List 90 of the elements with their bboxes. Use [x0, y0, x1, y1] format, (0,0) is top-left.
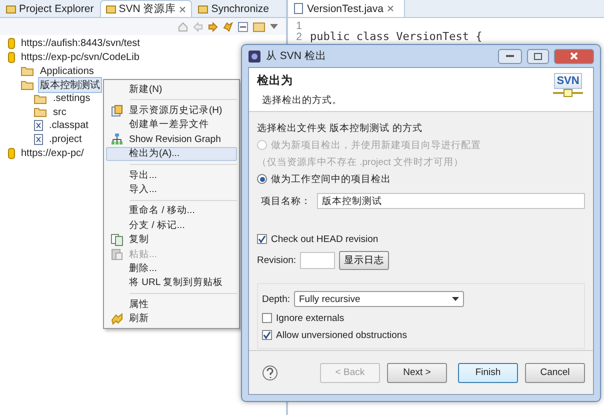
tree-item[interactable]: .classpat: [47, 119, 90, 132]
folder-icon: [34, 107, 47, 118]
minimize-button[interactable]: [498, 48, 522, 64]
menu-item[interactable]: 删除...: [106, 261, 237, 276]
group-label: 选择检出文件夹 版本控制测试 的方式: [257, 122, 424, 135]
app-icon: [248, 50, 261, 62]
svn-logo: SVN: [554, 73, 582, 89]
folder-icon: [34, 94, 47, 104]
checkbox[interactable]: [262, 313, 272, 323]
field-label: Depth:: [262, 294, 290, 304]
repository-icon: [8, 52, 15, 64]
view-tab[interactable]: Synchronize: [192, 0, 275, 17]
connector-icon: [553, 89, 583, 97]
checkbox-label: Ignore externals: [276, 312, 344, 324]
show-log-button[interactable]: 显示日志: [339, 251, 390, 270]
field-label: Revision:: [257, 255, 296, 266]
radio-button[interactable]: [257, 174, 267, 184]
dialog-title: 从 SVN 检出: [266, 49, 328, 63]
depth-dropdown[interactable]: Fully recursive: [294, 291, 464, 307]
forward-icon[interactable]: [208, 22, 218, 32]
line-number: 2: [295, 30, 303, 42]
new-repository-icon[interactable]: [253, 21, 265, 32]
code-line: public class VersionTest {: [310, 30, 482, 43]
maximize-button[interactable]: [527, 48, 549, 64]
project-name-field[interactable]: 版本控制测试: [317, 193, 585, 209]
dialog-button[interactable]: Cancel: [525, 362, 585, 382]
help-icon[interactable]: [262, 364, 278, 380]
page-subtitle: 选择检出的方式。: [261, 94, 342, 107]
caret-icon: [452, 297, 459, 301]
history-icon: [111, 104, 123, 117]
close-icon[interactable]: [387, 5, 394, 12]
checkbox-label: Allow unversioned obstructions: [276, 330, 407, 340]
tree-item[interactable]: 版本控制测试: [38, 76, 102, 93]
tree-item[interactable]: .settings: [51, 92, 92, 106]
close-icon[interactable]: [179, 6, 186, 12]
view-tab[interactable]: Project Explorer: [0, 0, 100, 17]
checkbox[interactable]: [262, 330, 272, 340]
repository-icon: [8, 148, 15, 159]
menu-item[interactable]: 创建单一差异文件: [106, 118, 237, 132]
folder-icon: [21, 80, 34, 90]
radio-label: 做为新项目检出，并使用新建项目向导进行配置: [271, 138, 481, 152]
field-label: 项目名称：: [261, 194, 311, 208]
menu-item[interactable]: 导出...: [106, 168, 237, 182]
menu-item[interactable]: 新建(N): [106, 82, 237, 96]
menu-item[interactable]: 显示资源历史记录(H): [106, 103, 237, 118]
checkbox[interactable]: [257, 234, 267, 244]
view-icon: [198, 4, 208, 14]
copy-icon: [111, 234, 123, 246]
close-button[interactable]: [554, 48, 594, 64]
menu-item[interactable]: 将 URL 复制到剪贴板: [106, 276, 237, 290]
tree-item[interactable]: src: [51, 106, 68, 119]
close-icon: [570, 52, 578, 60]
menu-item[interactable]: 复制: [106, 232, 237, 247]
maximize-icon: [534, 52, 542, 60]
view-menu-icon[interactable]: [270, 24, 278, 30]
menu-item[interactable]: 导入...: [106, 182, 237, 197]
tree-item[interactable]: .project: [47, 133, 84, 146]
file-icon: [34, 134, 43, 146]
menu-item[interactable]: 刷新: [106, 311, 237, 326]
menu-item[interactable]: 检出为(A)...: [106, 146, 237, 161]
view-icon: [106, 4, 116, 14]
tree-item[interactable]: https://exp-pc/svn/CodeLib: [19, 51, 142, 64]
tree-item[interactable]: Applications: [38, 64, 96, 78]
menu-item[interactable]: 属性: [106, 297, 237, 312]
tree-item[interactable]: https://exp-pc/: [19, 146, 86, 160]
hint-text: （仅当资源库中不存在 .project 文件时才可用）: [257, 156, 464, 168]
repository-icon: [8, 38, 15, 50]
menu-item[interactable]: 分支 / 标记...: [106, 218, 237, 233]
menu-item[interactable]: Show Revision Graph: [106, 132, 237, 147]
collapse-icon[interactable]: [238, 22, 248, 32]
graph-icon: [111, 133, 123, 146]
editor-tab[interactable]: VersionTest.java: [288, 0, 406, 17]
menu-item[interactable]: 重命名 / 移动...: [106, 204, 237, 218]
revision-field[interactable]: [300, 252, 336, 269]
page-heading: 检出为: [257, 73, 294, 88]
dialog-button[interactable]: Next >: [387, 362, 447, 382]
line-number: 1: [295, 20, 303, 32]
folder-icon: [21, 66, 34, 76]
view-icon: [6, 4, 16, 14]
view-tab[interactable]: SVN 资源库: [100, 0, 192, 17]
radio-label: 做为工作空间中的项目检出: [271, 172, 391, 186]
file-icon: [34, 120, 43, 132]
paste-icon: [111, 248, 123, 260]
tree-item[interactable]: https://aufish:8443/svn/test: [19, 37, 142, 50]
dialog-button[interactable]: Finish: [458, 362, 518, 382]
home-icon[interactable]: [178, 22, 188, 32]
refresh-icon: [111, 312, 123, 325]
java-file-icon: [294, 3, 303, 14]
minimize-icon: [506, 55, 514, 57]
checkbox-label: Check out HEAD revision: [271, 234, 378, 244]
